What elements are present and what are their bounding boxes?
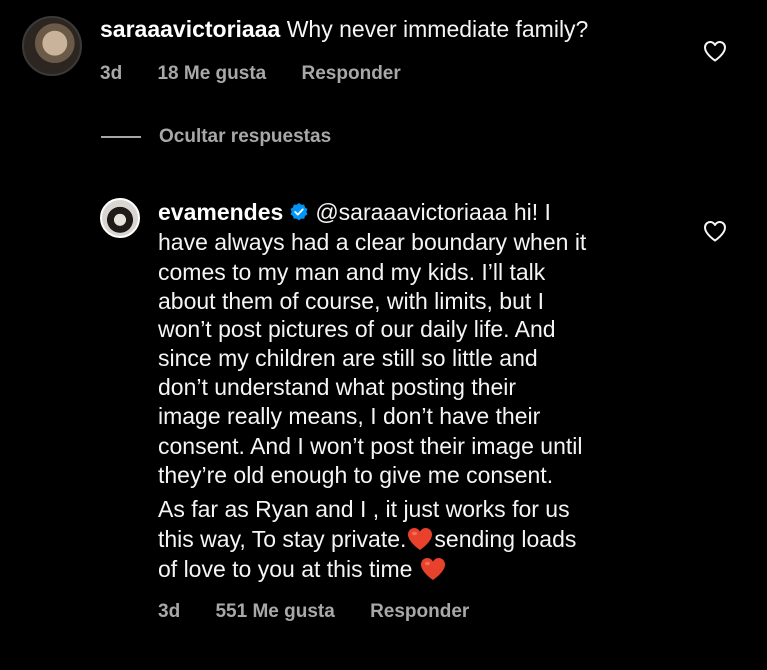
comment-reply-button[interactable]: Responder <box>302 63 401 84</box>
heart-outline-icon[interactable] <box>703 40 727 62</box>
reply-likes[interactable]: 551 Me gusta <box>215 601 334 622</box>
reply-line-5: since my children are still so little an… <box>158 345 538 371</box>
hide-replies-label: Ocultar respuestas <box>159 126 332 147</box>
reply-time: 3d <box>158 601 181 622</box>
reply-line-3: about them of course, with limits, but I <box>158 288 545 314</box>
reply-line-12: sending loads <box>434 526 577 552</box>
reply-first-line: evamendes @saraaavictoriaaa hi! I <box>158 197 551 227</box>
comment-line: saraaavictoriaaa Why never immediate fam… <box>100 14 588 44</box>
comment-username[interactable]: saraaavictoriaaa <box>100 16 280 42</box>
reply-line-13-wrap: of love to you at this time <box>158 554 447 584</box>
commenter-avatar[interactable] <box>22 16 82 76</box>
reply-line-2: comes to my man and my kids. I’ll talk <box>158 259 546 285</box>
reply-line-7: image really means, I don’t have their <box>158 403 541 429</box>
verified-badge-icon <box>289 199 309 221</box>
red-heart-emoji-icon <box>406 526 434 552</box>
comment-likes[interactable]: 18 Me gusta <box>157 63 266 84</box>
reply-meta: 3d 551 Me gusta Responder <box>158 601 499 623</box>
reply-line-13: of love to you at this time <box>158 556 413 582</box>
reply-line-0: hi! I <box>513 199 551 225</box>
reply-avatar[interactable] <box>100 198 140 238</box>
reply-reply-button[interactable]: Responder <box>370 601 469 622</box>
reply-line-1: have always had a clear boundary when it <box>158 229 587 255</box>
reply-line-8: consent. And I won’t post their image un… <box>158 433 583 459</box>
heart-outline-icon[interactable] <box>703 220 727 242</box>
reply-username[interactable]: evamendes <box>158 199 283 225</box>
reply-line-10: As far as Ryan and I , it just works for… <box>158 496 570 522</box>
hide-replies-toggle[interactable]: Ocultar respuestas <box>101 126 331 148</box>
reply-line-11-wrap: this way, To stay private. sending loads <box>158 524 576 554</box>
reply-line-6: don’t understand what posting their <box>158 374 517 400</box>
red-heart-emoji-icon <box>419 556 447 582</box>
comment-time: 3d <box>100 63 123 84</box>
reply-line-11: this way, To stay private. <box>158 526 407 552</box>
comment-text: Why never immediate family? <box>286 16 589 42</box>
reply-line-9: they’re old enough to give me consent. <box>158 462 554 488</box>
comment-meta: 3d 18 Me gusta Responder <box>100 63 431 85</box>
divider-line <box>101 136 141 138</box>
reply-mention[interactable]: @saraaavictoriaaa <box>315 199 507 225</box>
reply-line-4: won’t post pictures of our daily life. A… <box>158 316 556 342</box>
